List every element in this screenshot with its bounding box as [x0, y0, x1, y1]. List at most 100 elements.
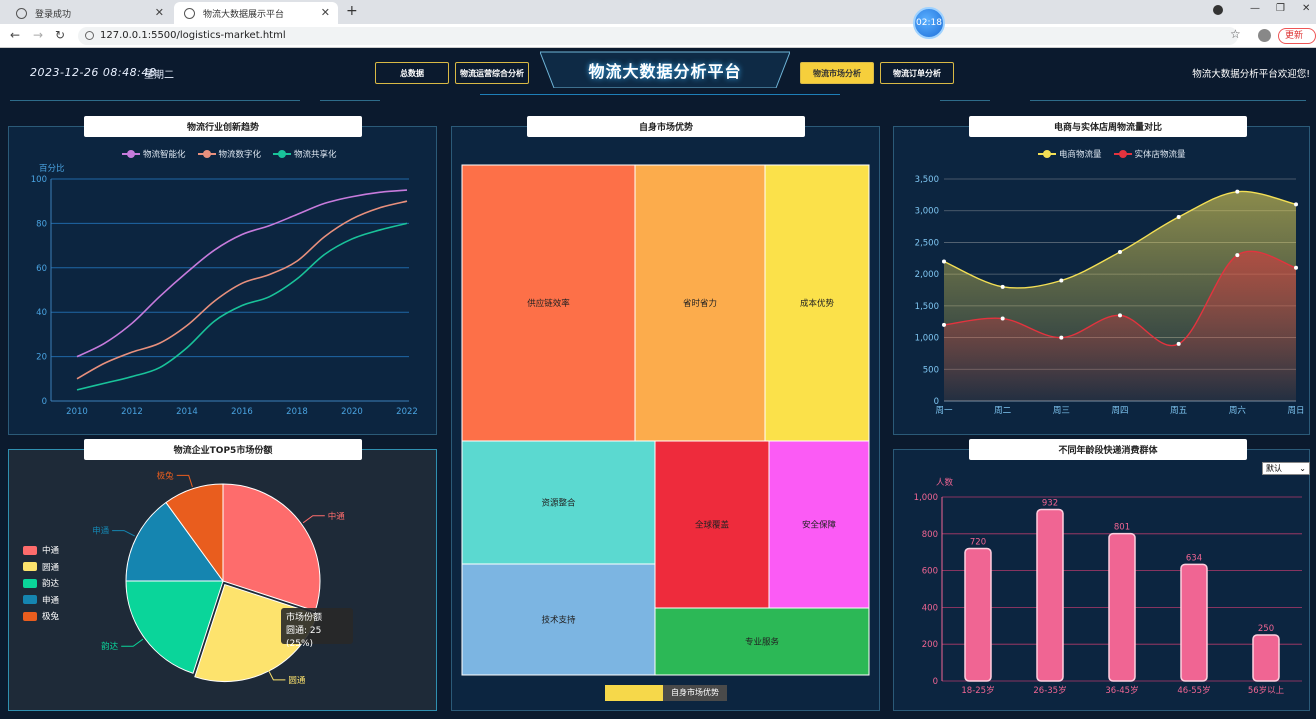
- close-icon[interactable]: ✕: [321, 6, 330, 19]
- x-tick-label: 2020: [341, 407, 363, 417]
- treemap-label: 资源整合: [541, 498, 576, 509]
- bar-chart: 人数 0 200 400 600 800 1,000 720 18-25岁 932 26-35岁 80…: [914, 477, 1302, 696]
- nav-total-data[interactable]: 总数据: [375, 62, 449, 84]
- nav-orders[interactable]: 物流订单分析: [880, 62, 954, 84]
- data-point: [1294, 202, 1298, 207]
- info-icon[interactable]: [85, 31, 94, 40]
- close-icon[interactable]: ✕: [155, 6, 164, 19]
- x-tick-label: 周六: [1229, 405, 1247, 416]
- tab-search-icon[interactable]: [1213, 5, 1223, 15]
- x-tick-label: 2018: [286, 407, 308, 417]
- profile-icon[interactable]: [1258, 29, 1271, 42]
- browser-tab-bar: 登录成功 ✕ 物流大数据展示平台 ✕ + — ❐ ✕: [0, 0, 1316, 24]
- browser-tab-platform[interactable]: 物流大数据展示平台 ✕: [174, 2, 338, 24]
- y-tick-label: 100: [31, 175, 47, 185]
- tab-title: 物流大数据展示平台: [203, 9, 285, 20]
- y-tick-label: 500: [923, 365, 939, 375]
- data-point: [1059, 278, 1064, 283]
- reload-icon[interactable]: ↻: [55, 28, 65, 42]
- y-tick-label: 800: [922, 530, 938, 540]
- compare-chart: 05001,0001,5002,0002,5003,0003,500周一 周二 周三…: [915, 175, 1305, 416]
- treemap-label: 安全保障: [802, 520, 837, 531]
- share-panel: 物流企业TOP5市场份额 中通 圆通 韵达 申通 极兔 中通 圆通 韵达 申通 极兔: [8, 439, 437, 711]
- bar-value-label: 634: [1186, 553, 1202, 563]
- data-point: [1118, 313, 1122, 318]
- bar: [1036, 508, 1064, 682]
- bar: [1108, 532, 1136, 682]
- header-divider: [320, 100, 380, 101]
- tab-title: 登录成功: [35, 9, 72, 20]
- y-tick-label: 0: [933, 677, 938, 687]
- bookmark-star-icon[interactable]: ☆: [1230, 27, 1241, 41]
- market-panel: 自身市场优势 供应链效率 省时省力 成本优势 资源整合 全球覆盖 安全保障 技术支持 专业服务: [451, 116, 880, 711]
- treemap-label: 专业服务: [745, 637, 780, 648]
- nav-operations[interactable]: 物流运营综合分析: [455, 62, 529, 84]
- series-line-物流共享化: [76, 222, 408, 391]
- label-line: [112, 530, 136, 537]
- address-bar: ← → ↻ 127.0.0.1:5500/logistics-market.ht…: [0, 24, 1316, 48]
- treemap-chart: 供应链效率 省时省力 成本优势资源整合全球覆盖 安全保障技术支持专业服务: [461, 164, 870, 676]
- header-weekday: 星期二: [144, 70, 174, 81]
- data-point: [942, 322, 946, 327]
- update-button[interactable]: 更新: [1278, 28, 1316, 44]
- globe-icon: [184, 7, 195, 19]
- browser-tab-login[interactable]: 登录成功 ✕: [6, 2, 172, 24]
- age-filter-select[interactable]: 默认 ⌄: [1262, 462, 1310, 475]
- breadcrumb-root[interactable]: [605, 685, 663, 701]
- data-point: [1176, 341, 1181, 346]
- x-tick-label: 周二: [994, 406, 1012, 416]
- forward-icon[interactable]: →: [33, 28, 43, 42]
- data-point: [1235, 253, 1240, 258]
- floating-clock[interactable]: 02:18: [913, 7, 945, 39]
- data-point: [1118, 249, 1122, 254]
- series-line-物流智能化: [76, 189, 408, 358]
- treemap-breadcrumb[interactable]: 自身市场优势: [605, 685, 727, 701]
- bar-value-label: 250: [1258, 624, 1274, 634]
- nav-market[interactable]: 物流市场分析: [800, 62, 874, 84]
- bar: [964, 547, 992, 682]
- label-line: [302, 515, 325, 524]
- window-close-icon[interactable]: ✕: [1302, 3, 1310, 14]
- data-point: [1235, 189, 1240, 194]
- y-axis-title: 人数: [936, 477, 954, 488]
- minimize-icon[interactable]: —: [1250, 3, 1260, 14]
- compare-panel: 电商与实体店周物流量对比 电商物流量 实体店物流量 0 500 1,000 1,500…: [893, 116, 1310, 435]
- x-tick-label: 周一: [935, 406, 953, 416]
- restore-icon[interactable]: ❐: [1276, 3, 1285, 14]
- y-tick-label: 0: [42, 397, 47, 407]
- y-tick-label: 2,500: [915, 238, 939, 248]
- url-field[interactable]: 127.0.0.1:5500/logistics-market.html: [78, 27, 1238, 45]
- header-divider: [480, 94, 840, 95]
- x-tick-label: 周日: [1287, 406, 1304, 416]
- treemap-label: 省时省力: [683, 298, 717, 309]
- label-line: [176, 474, 193, 487]
- y-tick-label: 200: [922, 640, 938, 650]
- x-tick-label: 2010: [66, 407, 88, 417]
- bar-value-label: 720: [970, 538, 986, 548]
- y-axis-title: 百分比: [39, 163, 65, 174]
- page-title: 物流大数据分析平台: [588, 62, 742, 81]
- slice-label: 申通: [92, 526, 110, 537]
- select-value: 默认: [1266, 464, 1282, 473]
- x-tick-label: 2014: [176, 407, 198, 417]
- x-tick-label: 周四: [1111, 406, 1128, 416]
- treemap-label: 成本优势: [800, 298, 835, 309]
- slice-label: 圆通: [288, 675, 306, 686]
- bar: [1180, 563, 1208, 682]
- slice-label: 极兔: [157, 470, 175, 481]
- treemap-label: 供应链效率: [527, 298, 570, 309]
- y-tick-label: 2,000: [915, 270, 939, 280]
- back-icon[interactable]: ←: [10, 28, 20, 42]
- data-point: [942, 259, 946, 264]
- trend-panel: 物流行业创新趋势 物流智能化 物流数字化 物流共享化 百分比 0 20 40 60 80 1…: [8, 116, 437, 435]
- x-tick-label: 周五: [1170, 406, 1188, 416]
- x-tick-label: 18-25岁: [961, 685, 994, 696]
- y-tick-label: 40: [36, 308, 47, 318]
- x-tick-label: 56岁以上: [1248, 685, 1285, 696]
- bar: [1252, 634, 1280, 682]
- y-tick-label: 3,500: [915, 175, 939, 185]
- series-line-物流数字化: [76, 200, 408, 380]
- new-tab-icon[interactable]: +: [346, 3, 358, 19]
- y-tick-label: 1,000: [914, 493, 938, 503]
- x-tick-label: 36-45岁: [1105, 685, 1138, 696]
